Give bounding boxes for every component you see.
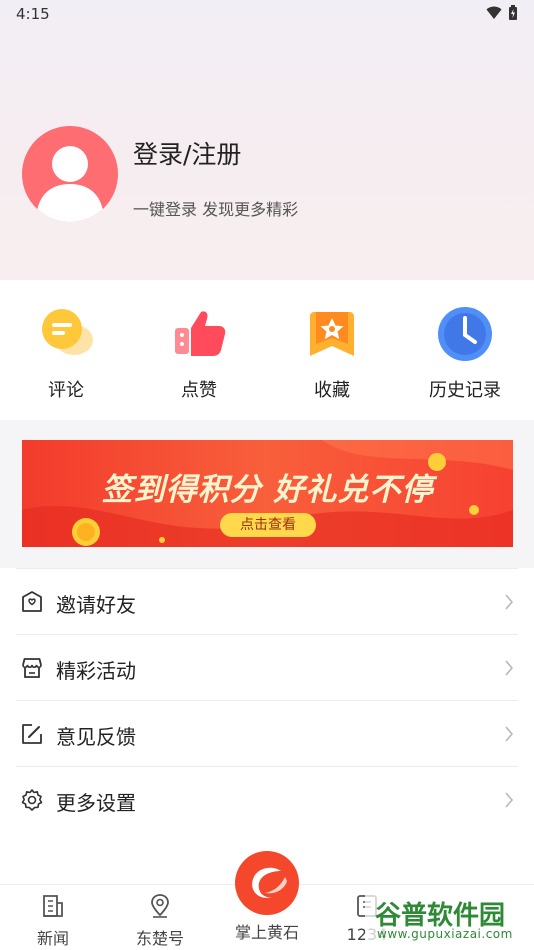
- menu-item-feedback[interactable]: 意见反馈: [16, 700, 518, 766]
- comment-icon: [42, 309, 93, 355]
- menu-item-invite-friends[interactable]: 邀请好友: [16, 568, 518, 634]
- chevron-right-icon: [505, 660, 514, 676]
- status-time: 4:15: [16, 5, 50, 23]
- quick-action-comment[interactable]: 评论: [11, 304, 121, 402]
- quick-action-label: 历史记录: [429, 380, 501, 401]
- nav-tab-news[interactable]: 新闻: [3, 893, 103, 949]
- chevron-right-icon: [505, 792, 514, 808]
- watermark: 谷普软件园 www.gupuxiazai.com: [365, 893, 530, 945]
- quick-action-favorite[interactable]: 收藏: [277, 304, 387, 402]
- quick-action-like[interactable]: 点赞: [144, 304, 254, 402]
- battery-icon: [509, 5, 517, 20]
- menu-item-label: 更多设置: [56, 791, 136, 815]
- watermark-url: www.gupuxiazai.com: [377, 927, 513, 941]
- menu-item-more-settings[interactable]: 更多设置: [16, 766, 518, 832]
- quick-action-label: 点赞: [181, 380, 217, 401]
- login-subtitle: 一键登录 发现更多精彩: [133, 200, 299, 219]
- login-register-link[interactable]: 登录/注册: [133, 135, 241, 171]
- menu-item-label: 精彩活动: [56, 659, 136, 683]
- favorite-icon: [310, 312, 354, 356]
- avatar[interactable]: [22, 126, 118, 222]
- history-clock-icon: [438, 307, 492, 361]
- quick-action-label: 评论: [48, 380, 84, 401]
- gear-icon: [21, 789, 43, 811]
- thumbs-up-icon: [175, 311, 226, 356]
- nav-tab-home-logo[interactable]: [235, 851, 299, 915]
- chevron-right-icon: [505, 594, 514, 610]
- nav-tab-label: 东楚号: [135, 929, 184, 948]
- location-pin-icon: [151, 894, 169, 918]
- store-icon: [22, 658, 42, 678]
- menu-item-activities[interactable]: 精彩活动: [16, 634, 518, 700]
- status-icons: [486, 5, 518, 21]
- quick-actions: 评论 点赞 收藏 历史记录: [0, 280, 534, 420]
- checkin-banner[interactable]: 签到得积分 好礼兑不停 点击查看: [22, 440, 513, 547]
- app-logo-icon: [252, 867, 287, 898]
- edit-icon: [22, 724, 42, 744]
- quick-action-label: 收藏: [314, 380, 350, 401]
- nav-tab-dongchuhao[interactable]: 东楚号: [110, 893, 210, 949]
- wifi-icon: [486, 6, 502, 19]
- status-bar: 4:15: [0, 0, 534, 28]
- nav-tab-label: 掌上黄石: [234, 923, 299, 942]
- menu-item-label: 意见反馈: [56, 725, 136, 749]
- invite-mail-icon: [22, 591, 42, 612]
- news-icon: [43, 895, 63, 917]
- banner-title: 签到得积分 好礼兑不停: [101, 472, 434, 508]
- quick-action-history[interactable]: 历史记录: [410, 304, 520, 402]
- chevron-right-icon: [505, 726, 514, 742]
- default-user-icon: [36, 146, 104, 222]
- banner-view-button[interactable]: 点击查看: [220, 513, 316, 537]
- menu-item-label: 邀请好友: [56, 593, 136, 617]
- nav-tab-label: 新闻: [36, 929, 69, 948]
- settings-menu: 邀请好友 精彩活动 意见反馈 更多设置: [0, 568, 534, 832]
